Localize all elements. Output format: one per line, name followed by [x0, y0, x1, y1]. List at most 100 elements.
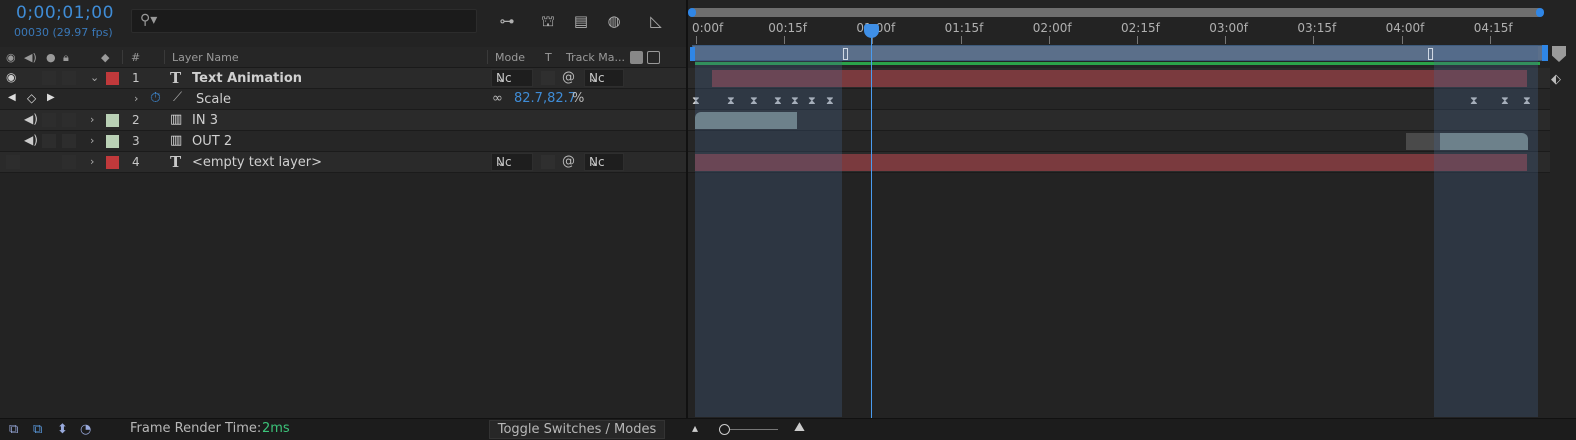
previous-keyframe-icon[interactable]: ◀ [8, 92, 16, 103]
ruler-tick-label: 04:00f [1385, 21, 1425, 35]
layer-row[interactable]: ◉ ⌄ 1 T Text Animation Nc ⌄ @ Nc ⌄ [0, 68, 686, 89]
layer-column-header: ◉ ◀) ● 🔒︎ ◆ # Layer Name Mode T Track Ma… [0, 47, 686, 68]
track-matte-dropdown[interactable]: Nc ⌄ [584, 153, 624, 171]
ruler-tick-mark [1048, 36, 1050, 44]
zoom-in-icon[interactable]: ⛰ [794, 420, 805, 435]
preserve-transparency-checkbox[interactable] [541, 71, 555, 85]
track-matte-column: Track Ma... [566, 51, 626, 64]
label-tag-icon[interactable]: ◆ [101, 51, 109, 64]
track-matte-dropdown[interactable]: Nc ⌄ [584, 69, 624, 87]
in-out-duration-toggle-icon[interactable]: ⬍ [57, 422, 68, 437]
expand-chevron-icon[interactable]: › [134, 92, 138, 105]
out-marker-icon[interactable] [1428, 48, 1433, 60]
ruler-tick-label: 02:00f [1032, 21, 1072, 35]
navigator-start-handle[interactable] [688, 8, 696, 17]
outside-work-area-left [695, 45, 842, 417]
layer-name[interactable]: IN 3 [192, 113, 218, 128]
label-color-swatch[interactable] [106, 135, 119, 148]
expand-chevron-icon[interactable]: › [90, 134, 94, 147]
search-icon: ⚲▾ [140, 12, 158, 28]
layer-switches-toggle-icon[interactable]: ⧉ [9, 422, 18, 437]
ruler-tick-label: 04:15f [1473, 21, 1513, 35]
layer-name[interactable]: <empty text layer> [192, 155, 322, 170]
lock-switch[interactable] [62, 71, 76, 85]
composition-mini-flowchart-icon[interactable]: ⊶ [496, 10, 518, 32]
graph-editor-icon[interactable]: ◺ [645, 10, 667, 32]
solo-switch[interactable] [42, 113, 56, 127]
label-color-swatch[interactable] [106, 156, 119, 169]
time-navigator-bar[interactable] [690, 8, 1542, 17]
solo-icon[interactable]: ● [46, 51, 56, 64]
label-color-swatch[interactable] [106, 114, 119, 127]
ruler-tick-label: 01:15f [944, 21, 984, 35]
zoom-out-icon[interactable]: ▴ [692, 421, 698, 435]
work-area-end-handle[interactable] [1542, 45, 1548, 61]
current-time-display[interactable]: 0;00;01;00 [16, 3, 114, 23]
expand-chevron-icon[interactable]: › [90, 155, 94, 168]
property-row-scale[interactable]: ◀ ◇ ▶ › ⏱ ⟋ Scale ∞ 82.7,82.7 % [0, 89, 686, 110]
layer-panel: 0;00;01;00 00030 (29.97 fps) ⚲▾ ⊶ ⛫ ▤ ◍ … [0, 0, 686, 418]
toggle-switches-modes-button[interactable]: Toggle Switches / Modes [489, 420, 665, 439]
ruler-tick-mark [696, 36, 697, 44]
shy-layers-icon[interactable]: ⛫ [537, 10, 559, 32]
layer-number-column: # [131, 51, 141, 64]
layer-number: 4 [132, 155, 140, 169]
layer-name-column[interactable]: Layer Name [172, 51, 239, 64]
visibility-switch[interactable] [6, 155, 20, 169]
lock-switch[interactable] [62, 155, 76, 169]
frame-blending-icon[interactable]: ▤ [570, 10, 592, 32]
lock-switch[interactable] [62, 134, 76, 148]
ruler-tick-label: 03:15f [1297, 21, 1337, 35]
ruler-tick-mark [960, 36, 962, 44]
stopwatch-icon[interactable]: ⏱ [150, 90, 161, 106]
render-time-toggle-icon[interactable]: ◔ [80, 422, 91, 437]
audio-icon[interactable]: ◀) [24, 51, 37, 64]
lock-switch[interactable] [62, 113, 76, 127]
frame-render-time-label: Frame Render Time: [130, 421, 262, 436]
track-matte-link-icon[interactable]: @ [562, 154, 575, 169]
ruler-tick-label: 0:00f [692, 21, 724, 35]
audio-speaker-icon[interactable]: ◀) [24, 112, 38, 126]
ruler-tick-mark [1313, 36, 1315, 44]
in-marker-icon[interactable] [843, 48, 848, 60]
label-color-swatch[interactable] [106, 72, 119, 85]
preserve-transparency-checkbox[interactable] [541, 155, 555, 169]
layer-row[interactable]: ◀) › 2 ▥ IN 3 [0, 110, 686, 131]
audio-speaker-icon[interactable]: ◀) [24, 133, 38, 147]
blend-mode-dropdown[interactable]: Nc ⌄ [491, 153, 533, 171]
track-matte-link-icon[interactable]: @ [562, 70, 575, 85]
layer-name[interactable]: OUT 2 [192, 134, 232, 149]
layer-row[interactable]: ◀) › 3 ▥ OUT 2 [0, 131, 686, 152]
mask-icon[interactable] [630, 51, 643, 64]
solo-switch[interactable] [42, 71, 56, 85]
outside-work-area-right [1434, 45, 1538, 417]
zoom-slider-handle[interactable] [719, 424, 730, 435]
layer-row[interactable]: › 4 T <empty text layer> Nc ⌄ @ Nc ⌄ [0, 152, 686, 173]
expand-chevron-icon[interactable]: › [90, 113, 94, 126]
motion-blur-icon[interactable]: ◍ [603, 10, 625, 32]
layer-number: 3 [132, 134, 140, 148]
video-eye-icon[interactable]: ◉ [6, 51, 16, 64]
add-keyframe-icon[interactable]: ◇ [27, 91, 36, 105]
navigator-end-handle[interactable] [1536, 8, 1544, 17]
lock-icon[interactable]: 🔒︎ [63, 51, 69, 65]
collapse-chevron-icon[interactable]: ⌄ [90, 71, 99, 84]
preserve-transparency-column: T [545, 51, 552, 64]
comp-button-icon[interactable]: ⬖ [1551, 72, 1561, 87]
solo-switch[interactable] [42, 134, 56, 148]
graph-icon[interactable]: ⟋ [173, 90, 182, 105]
ruler-tick-mark [1401, 36, 1403, 44]
scale-value[interactable]: 82.7,82.7 [514, 91, 576, 106]
constrain-proportions-icon[interactable]: ∞ [492, 91, 503, 106]
transfer-controls-toggle-icon[interactable]: ⧉ [33, 422, 42, 437]
layer-name[interactable]: Text Animation [192, 71, 302, 86]
audio-file-icon: ▥ [170, 112, 183, 127]
blend-mode-dropdown[interactable]: Nc ⌄ [491, 69, 533, 87]
next-keyframe-icon[interactable]: ▶ [47, 92, 55, 103]
matte-icon[interactable] [647, 51, 660, 64]
visibility-eye-icon[interactable]: ◉ [6, 70, 16, 84]
current-time-indicator[interactable] [871, 30, 872, 418]
ruler-tick-mark [784, 36, 786, 44]
layer-search-input[interactable]: ⚲▾ [131, 9, 477, 33]
mode-column: Mode [495, 51, 525, 64]
